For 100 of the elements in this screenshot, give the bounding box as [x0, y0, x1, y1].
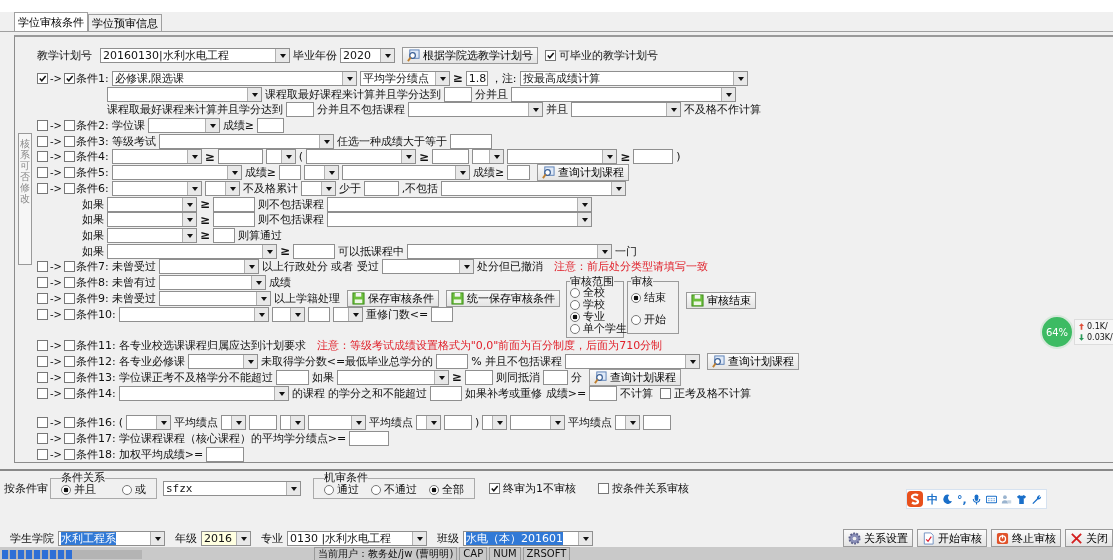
input-field[interactable]: [449, 133, 492, 149]
checkbox[interactable]: [37, 261, 48, 273]
checkbox[interactable]: [64, 151, 75, 163]
button[interactable]: 审核结束: [685, 291, 756, 309]
input-field[interactable]: [643, 415, 672, 431]
input-field[interactable]: [213, 227, 236, 243]
dropdown[interactable]: 水利工程系: [58, 530, 165, 546]
radio-button[interactable]: [324, 485, 334, 495]
checkbox[interactable]: [64, 261, 75, 273]
button[interactable]: 查询计划课程: [707, 352, 800, 370]
tab[interactable]: 学位预审信息: [88, 14, 162, 31]
punctuation-mode[interactable]: °,: [957, 492, 967, 506]
checkbox[interactable]: [64, 293, 75, 305]
checkbox[interactable]: [598, 483, 609, 494]
dropdown[interactable]: [416, 415, 441, 431]
radio-button[interactable]: [569, 323, 580, 334]
input-field[interactable]: [363, 180, 399, 196]
dropdown[interactable]: [265, 149, 296, 165]
input-field[interactable]: [432, 149, 470, 165]
checkbox[interactable]: [64, 355, 75, 367]
radio-button[interactable]: [122, 485, 132, 495]
checkbox[interactable]: [64, 135, 75, 147]
checkbox[interactable]: [37, 293, 48, 305]
input-field[interactable]: [349, 430, 390, 446]
input-field[interactable]: [444, 86, 472, 102]
input-field[interactable]: [217, 149, 263, 165]
checkbox[interactable]: [37, 151, 48, 163]
radio-button[interactable]: [630, 292, 641, 303]
dropdown[interactable]: 0130 |水利水电工程: [287, 530, 427, 546]
dropdown[interactable]: [221, 415, 246, 431]
checkbox[interactable]: [545, 50, 556, 62]
checkbox[interactable]: [64, 167, 75, 179]
input-field[interactable]: [444, 415, 472, 431]
checkbox[interactable]: [37, 119, 48, 131]
dropdown[interactable]: 水电（本）201601: [463, 530, 593, 546]
radio-button[interactable]: [569, 299, 580, 310]
button[interactable]: 保存审核条件: [346, 290, 439, 308]
input-field[interactable]: [256, 117, 284, 133]
checkbox[interactable]: [64, 119, 75, 131]
checkbox[interactable]: [64, 309, 75, 321]
checkbox[interactable]: [64, 339, 75, 351]
input-field[interactable]: [430, 385, 463, 401]
button[interactable]: 根据学院选教学计划号: [402, 47, 538, 65]
dropdown[interactable]: [472, 149, 505, 165]
checkbox[interactable]: [64, 417, 75, 429]
input-mode[interactable]: 中: [927, 491, 938, 507]
radio-button[interactable]: [569, 311, 580, 322]
dropdown[interactable]: 按最高成绩计算: [519, 70, 748, 86]
radio-button[interactable]: [61, 485, 71, 495]
radio-button[interactable]: [371, 485, 381, 495]
dropdown[interactable]: [332, 307, 363, 323]
dropdown[interactable]: [482, 415, 508, 431]
wrench-icon[interactable]: [1030, 493, 1042, 505]
checkbox[interactable]: [37, 182, 48, 194]
dropdown[interactable]: sfzx: [163, 481, 301, 496]
button[interactable]: 终止审核: [991, 529, 1061, 547]
microphone-icon[interactable]: [970, 493, 982, 505]
dropdown[interactable]: [271, 307, 305, 323]
checkbox[interactable]: [37, 72, 48, 84]
button[interactable]: 开始审核: [917, 529, 987, 547]
button[interactable]: 关闭: [1065, 529, 1113, 547]
input-field[interactable]: [275, 369, 309, 385]
input-field[interactable]: 1.8: [465, 70, 488, 86]
keyboard-icon[interactable]: [985, 493, 997, 505]
dropdown[interactable]: 20160130|水利水电工程: [100, 48, 290, 64]
checkbox[interactable]: [37, 355, 48, 367]
checkbox[interactable]: [37, 309, 48, 321]
button[interactable]: 查询计划课程: [537, 164, 630, 182]
user-icon[interactable]: [1000, 493, 1012, 505]
button[interactable]: 关系设置: [843, 529, 913, 547]
checkbox[interactable]: [64, 371, 75, 383]
input-field[interactable]: [464, 369, 493, 385]
checkbox[interactable]: [64, 387, 75, 399]
input-field[interactable]: [307, 307, 330, 323]
dropdown[interactable]: 必修课,限选课: [111, 70, 357, 86]
checkbox[interactable]: [37, 135, 48, 147]
checkbox[interactable]: [489, 483, 500, 494]
moon-icon[interactable]: [942, 493, 953, 505]
checkbox[interactable]: [37, 371, 48, 383]
tab[interactable]: 学位审核条件: [14, 12, 88, 31]
input-field[interactable]: [542, 369, 568, 385]
checkbox[interactable]: [64, 182, 75, 194]
input-field[interactable]: [507, 165, 531, 181]
checkbox[interactable]: [64, 277, 75, 289]
input-field[interactable]: [293, 243, 336, 259]
dropdown[interactable]: 2020: [340, 48, 395, 64]
shirt-icon[interactable]: [1015, 493, 1027, 505]
checkbox[interactable]: [64, 448, 75, 460]
button[interactable]: 统一保存审核条件: [445, 290, 560, 308]
checkbox[interactable]: [64, 72, 75, 84]
checkbox[interactable]: [37, 387, 48, 399]
input-field[interactable]: [431, 307, 454, 323]
checkbox[interactable]: [37, 277, 48, 289]
input-field[interactable]: [249, 415, 277, 431]
dropdown[interactable]: [280, 415, 305, 431]
dropdown[interactable]: 2016: [201, 530, 251, 546]
dropdown[interactable]: 平均学分绩点: [359, 70, 450, 86]
input-field[interactable]: [278, 165, 301, 181]
input-field[interactable]: [206, 446, 245, 462]
radio-button[interactable]: [569, 287, 580, 298]
